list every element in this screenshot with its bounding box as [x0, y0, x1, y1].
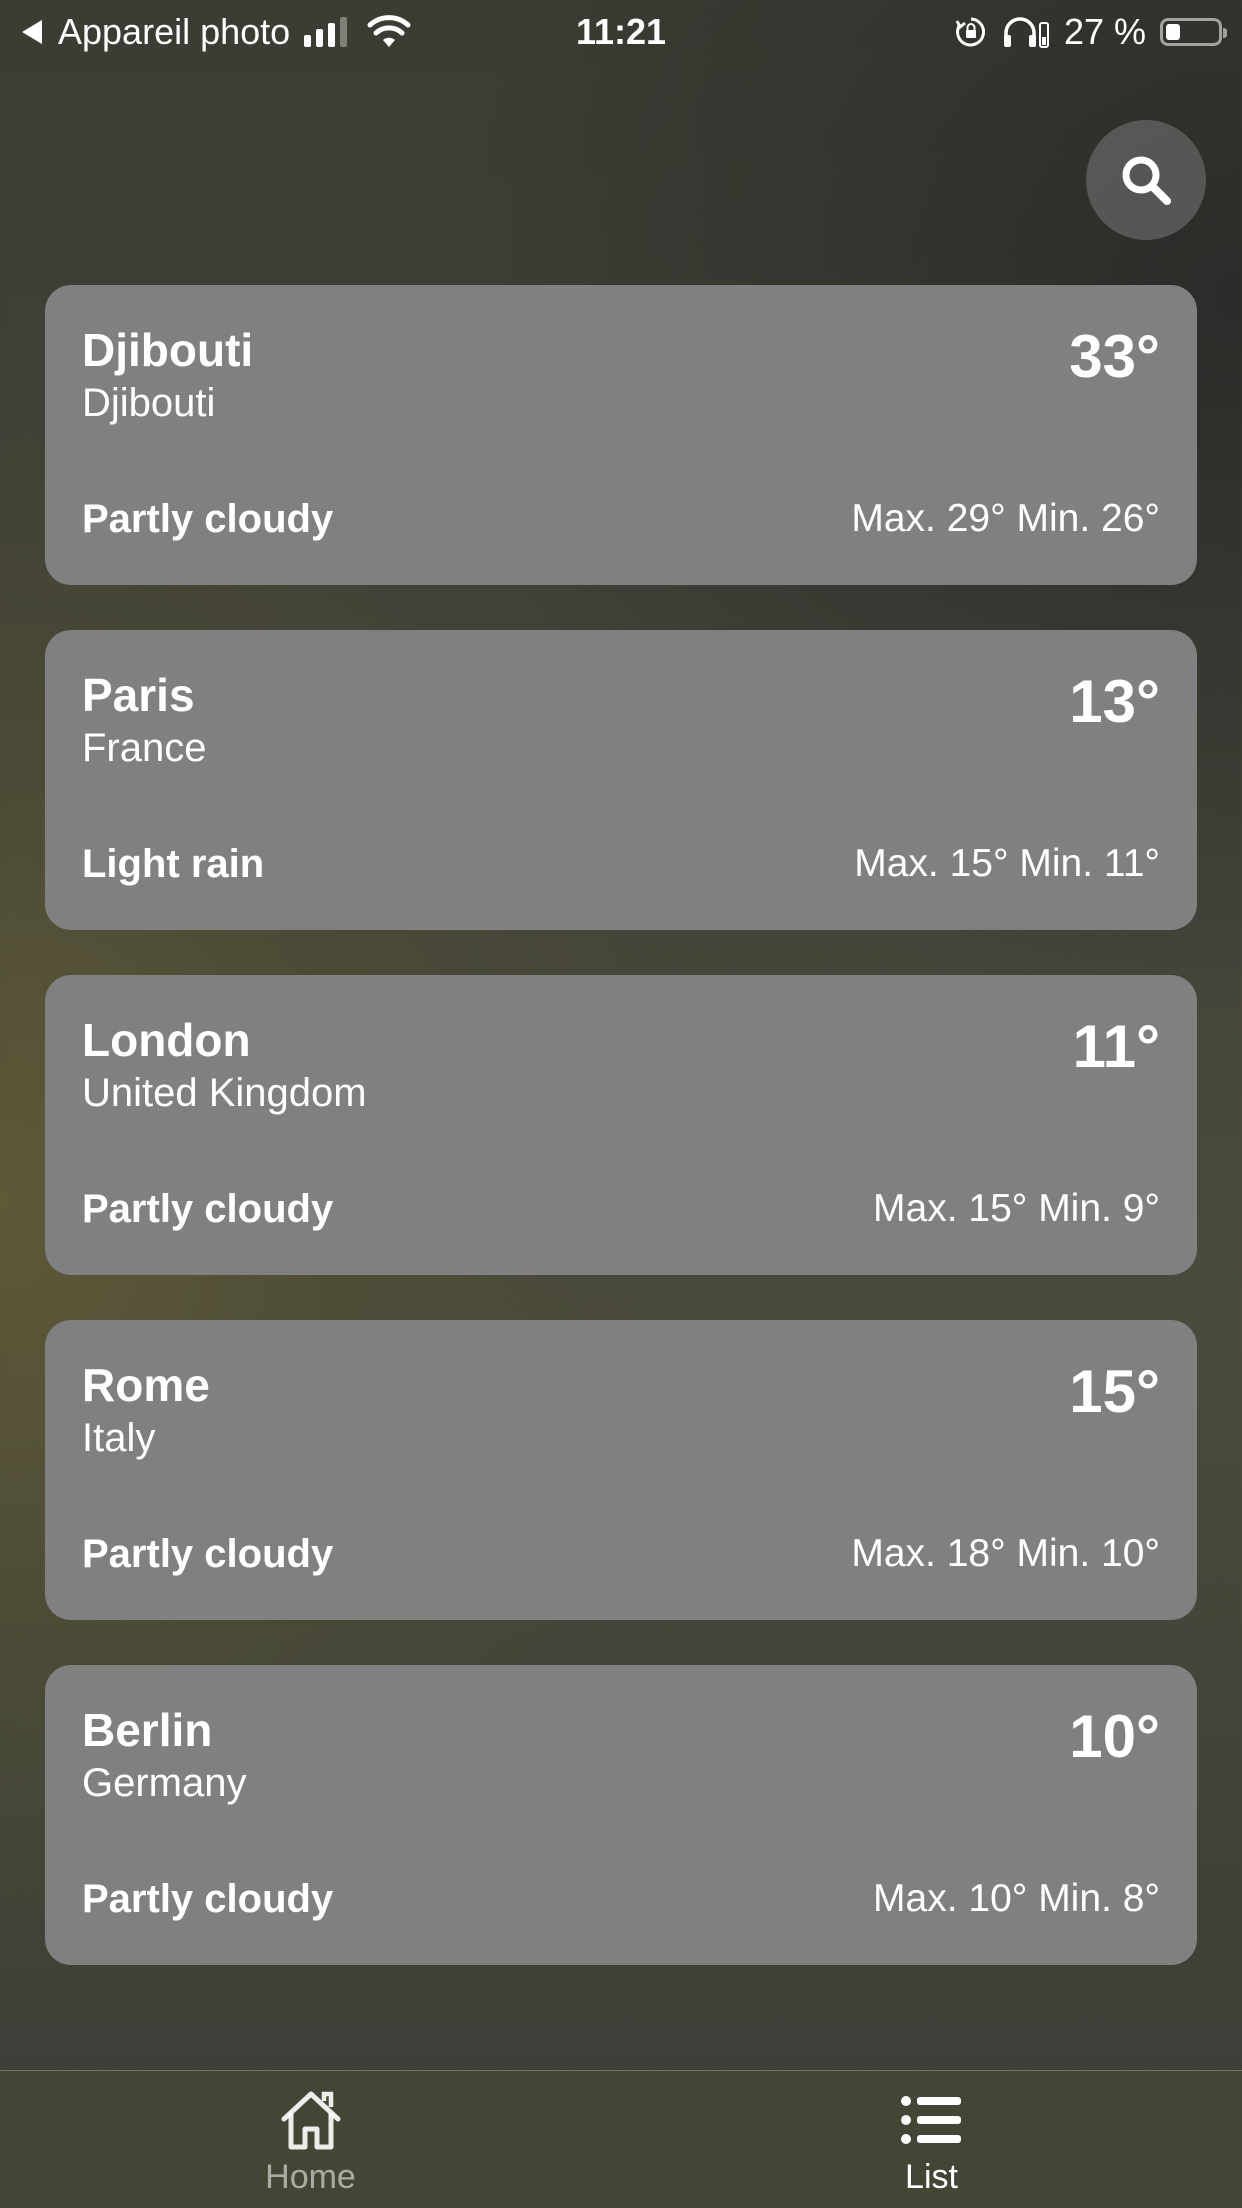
- min-max-temperature: Max. 15° Min. 9°: [873, 1187, 1160, 1230]
- city-card-rome[interactable]: Rome Italy 15° Partly cloudy Max. 18° Mi…: [45, 1320, 1197, 1620]
- status-bar: Appareil photo 11:21 27 %: [0, 0, 1242, 64]
- orientation-lock-icon: [955, 17, 985, 47]
- battery-icon: [1160, 18, 1227, 46]
- city-name: Djibouti: [82, 324, 254, 376]
- city-name: Rome: [82, 1359, 210, 1411]
- weather-condition: Partly cloudy: [82, 497, 334, 541]
- weather-condition: Partly cloudy: [82, 1532, 334, 1576]
- search-button[interactable]: [1086, 120, 1206, 240]
- tab-bar: Home List: [0, 2070, 1242, 2208]
- tab-home[interactable]: Home: [0, 2071, 621, 2208]
- list-icon: [900, 2085, 963, 2155]
- country-name: United Kingdom: [82, 1071, 367, 1115]
- city-card-berlin[interactable]: Berlin Germany 10° Partly cloudy Max. 10…: [45, 1665, 1197, 1965]
- weather-condition: Partly cloudy: [82, 1877, 334, 1921]
- home-icon: [278, 2085, 344, 2155]
- city-name: Berlin: [82, 1704, 213, 1756]
- current-temperature: 13°: [1069, 668, 1160, 735]
- country-name: Italy: [82, 1416, 156, 1460]
- min-max-temperature: Max. 15° Min. 11°: [854, 842, 1160, 885]
- min-max-temperature: Max. 10° Min. 8°: [873, 1877, 1160, 1920]
- city-name: Paris: [82, 669, 195, 721]
- battery-percentage: 27 %: [1063, 11, 1146, 52]
- tab-list-label: List: [905, 2158, 958, 2196]
- headphones-icon: [1003, 17, 1049, 48]
- city-card-djibouti[interactable]: Djibouti Djibouti 33° Partly cloudy Max.…: [45, 285, 1197, 585]
- current-temperature: 10°: [1069, 1703, 1160, 1770]
- tab-list[interactable]: List: [621, 2071, 1242, 2208]
- battery-level: [1166, 24, 1180, 40]
- country-name: France: [82, 726, 207, 770]
- current-temperature: 15°: [1069, 1358, 1160, 1425]
- current-temperature: 11°: [1072, 1013, 1160, 1080]
- weather-condition: Light rain: [82, 842, 265, 886]
- country-name: Germany: [82, 1761, 247, 1805]
- city-card-london[interactable]: London United Kingdom 11° Partly cloudy …: [45, 975, 1197, 1275]
- search-icon: [1122, 156, 1171, 205]
- city-name: London: [82, 1014, 251, 1066]
- min-max-temperature: Max. 29° Min. 26°: [851, 497, 1160, 540]
- tab-home-label: Home: [265, 2158, 356, 2196]
- min-max-temperature: Max. 18° Min. 10°: [851, 1532, 1160, 1575]
- country-name: Djibouti: [82, 381, 216, 425]
- current-temperature: 33°: [1069, 323, 1160, 390]
- city-list: Djibouti Djibouti 33° Partly cloudy Max.…: [45, 285, 1197, 2010]
- city-card-paris[interactable]: Paris France 13° Light rain Max. 15° Min…: [45, 630, 1197, 930]
- status-bar-right: 27 %: [954, 8, 1227, 56]
- weather-condition: Partly cloudy: [82, 1187, 334, 1231]
